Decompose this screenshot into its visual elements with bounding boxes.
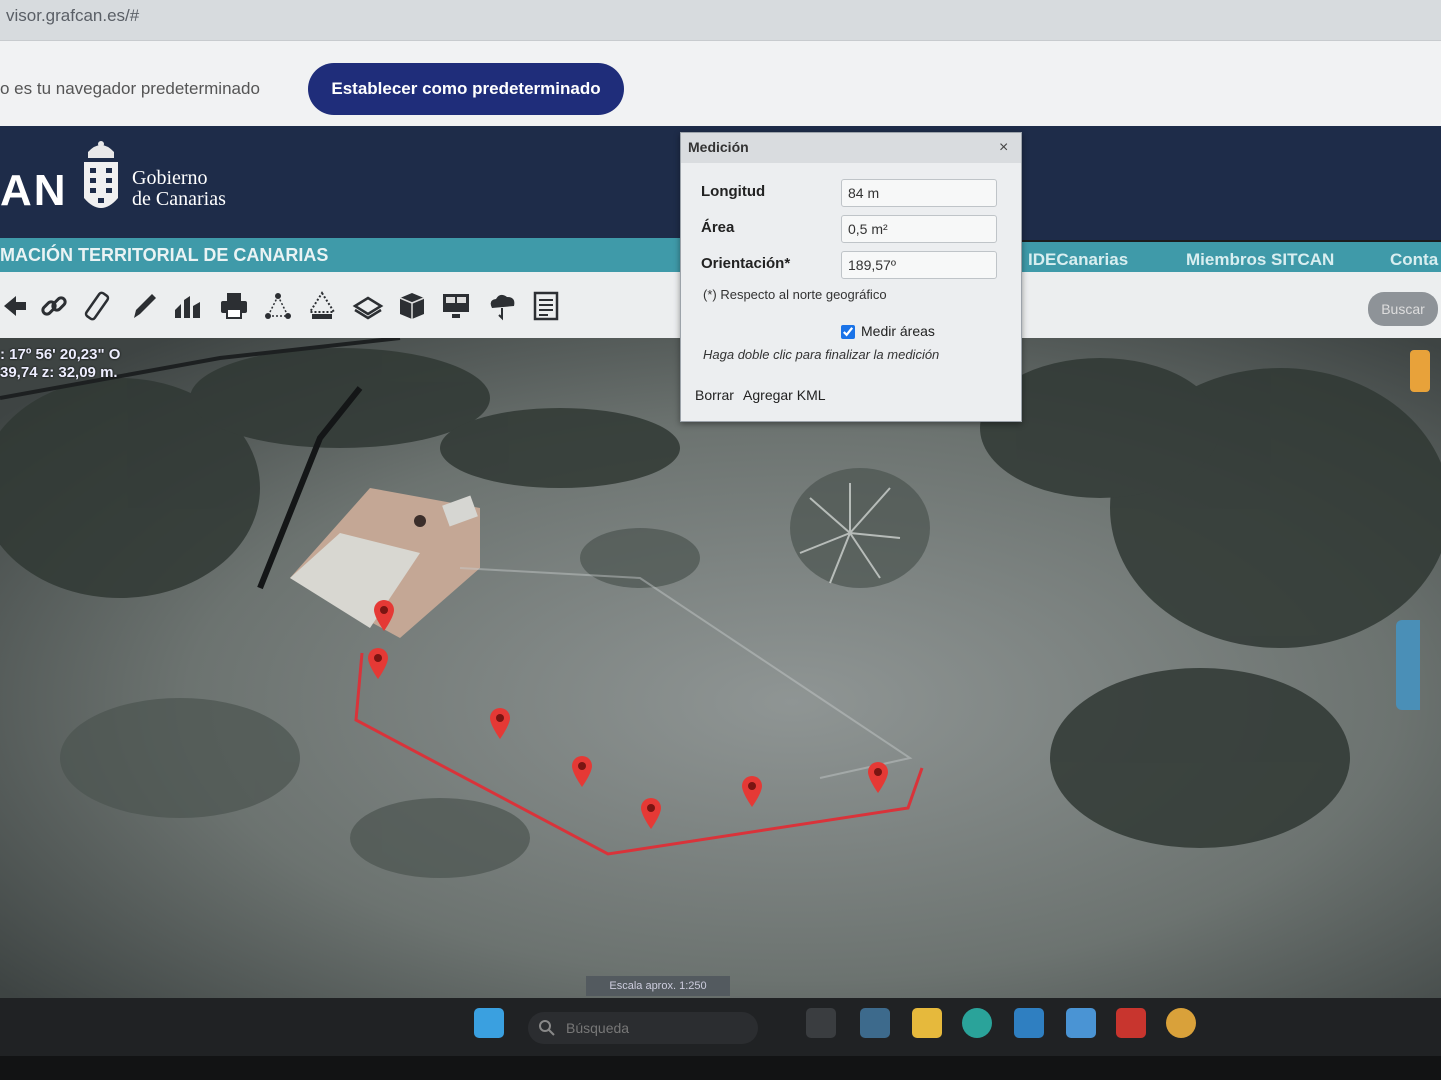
area-field[interactable] bbox=[841, 215, 997, 243]
map-view[interactable]: : 17º 56' 20,23" O 39,74 z: 32,09 m. Esc… bbox=[0, 338, 1441, 1000]
taskbar-search[interactable]: Búsqueda bbox=[528, 1012, 758, 1044]
orientation-note: (*) Respecto al norte geográfico bbox=[703, 287, 887, 302]
length-label: Longitud bbox=[701, 183, 766, 200]
default-browser-bar: o es tu navegador predeterminado Estable… bbox=[0, 40, 1441, 127]
nav-miembros-sitcan[interactable]: Miembros SITCAN bbox=[1186, 250, 1334, 270]
double-click-hint: Haga doble clic para finalizar la medici… bbox=[703, 347, 940, 362]
set-default-button[interactable]: Establecer como predeterminado bbox=[308, 63, 624, 115]
task-view-icon[interactable] bbox=[806, 1008, 836, 1038]
widgets-icon[interactable] bbox=[860, 1008, 890, 1038]
clear-link[interactable]: Borrar bbox=[695, 387, 734, 403]
map-marker-icon[interactable] bbox=[639, 796, 663, 830]
gov-line1: Gobierno bbox=[132, 167, 208, 189]
gov-line2: de Canarias bbox=[132, 188, 226, 210]
nav-contacto[interactable]: Conta bbox=[1390, 250, 1438, 270]
site-banner: MACIÓN TERRITORIAL DE CANARIAS bbox=[0, 238, 680, 272]
back-arrow-icon[interactable] bbox=[0, 290, 32, 322]
print-icon[interactable] bbox=[218, 290, 250, 322]
document-icon[interactable] bbox=[530, 290, 562, 322]
edge-icon[interactable] bbox=[962, 1008, 992, 1038]
aerial-imagery bbox=[0, 338, 1441, 1000]
length-field[interactable] bbox=[841, 179, 997, 207]
3d-cube-icon[interactable] bbox=[396, 290, 428, 322]
map-marker-icon[interactable] bbox=[488, 706, 512, 740]
layers-icon[interactable] bbox=[352, 290, 384, 322]
banner-text: MACIÓN TERRITORIAL DE CANARIAS bbox=[0, 245, 329, 265]
dialog-title: Medición bbox=[688, 139, 749, 155]
map-marker-icon[interactable] bbox=[866, 760, 890, 794]
eraser-icon[interactable] bbox=[82, 290, 114, 322]
measure-areas-label: Medir áreas bbox=[861, 323, 935, 339]
orientation-field[interactable] bbox=[841, 251, 997, 279]
measure-areas-option[interactable]: Medir áreas bbox=[841, 323, 935, 340]
monitor-bezel bbox=[0, 1056, 1441, 1080]
coord-xyz: 39,74 z: 32,09 m. bbox=[0, 364, 118, 381]
orientation-label: Orientación* bbox=[701, 255, 791, 272]
dialog-actions: Borrar Agregar KML bbox=[695, 387, 832, 403]
app-red-icon[interactable] bbox=[1116, 1008, 1146, 1038]
map-marker-icon[interactable] bbox=[570, 754, 594, 788]
dialog-titlebar[interactable]: Medición × bbox=[681, 133, 1021, 163]
weather-icon[interactable] bbox=[486, 290, 518, 322]
canarias-shield-icon bbox=[84, 141, 118, 208]
address-bar[interactable]: visor.grafcan.es/# bbox=[0, 0, 1441, 40]
share-nodes-icon[interactable] bbox=[262, 290, 294, 322]
measure-areas-checkbox[interactable] bbox=[841, 325, 855, 340]
search-placeholder: Búsqueda bbox=[566, 1020, 630, 1036]
windows-taskbar: Búsqueda bbox=[0, 998, 1441, 1056]
pencil-icon[interactable] bbox=[128, 290, 160, 322]
street-view-pegman-icon[interactable] bbox=[1410, 350, 1430, 392]
file-explorer-icon[interactable] bbox=[912, 1008, 942, 1038]
side-panel-tab[interactable] bbox=[1396, 620, 1420, 710]
photos-icon[interactable] bbox=[1066, 1008, 1096, 1038]
search-button[interactable]: Buscar bbox=[1368, 292, 1438, 326]
map-scale: Escala aprox. 1:250 bbox=[586, 976, 730, 996]
cursor-coordinates: : 17º 56' 20,23" O 39,74 z: 32,09 m. bbox=[0, 346, 120, 382]
nav-idecanarias[interactable]: IDECanarias bbox=[1028, 250, 1128, 270]
start-icon[interactable] bbox=[474, 1008, 504, 1038]
url-text: visor.grafcan.es/# bbox=[6, 6, 140, 25]
measurement-dialog: Medición × Longitud Área Orientación* (*… bbox=[680, 132, 1022, 422]
map-marker-icon[interactable] bbox=[366, 646, 390, 680]
map-marker-icon[interactable] bbox=[372, 598, 396, 632]
coord-longitude: : 17º 56' 20,23" O bbox=[0, 346, 121, 363]
search-icon bbox=[539, 1020, 555, 1036]
area-label: Área bbox=[701, 219, 735, 236]
close-icon[interactable]: × bbox=[999, 139, 1008, 157]
chrome-icon[interactable] bbox=[1166, 1008, 1196, 1038]
default-browser-message: o es tu navegador predeterminado bbox=[0, 79, 260, 98]
map-marker-icon[interactable] bbox=[740, 774, 764, 808]
grafcan-logo-text[interactable]: AN bbox=[0, 166, 68, 216]
lidar-icon[interactable] bbox=[306, 290, 338, 322]
profile-chart-icon[interactable] bbox=[172, 290, 204, 322]
gobierno-canarias-logo[interactable]: Gobierno de Canarias bbox=[132, 168, 226, 210]
store-icon[interactable] bbox=[1014, 1008, 1044, 1038]
add-kml-link[interactable]: Agregar KML bbox=[743, 387, 825, 403]
link-icon[interactable] bbox=[38, 290, 70, 322]
screens-icon[interactable] bbox=[440, 290, 472, 322]
